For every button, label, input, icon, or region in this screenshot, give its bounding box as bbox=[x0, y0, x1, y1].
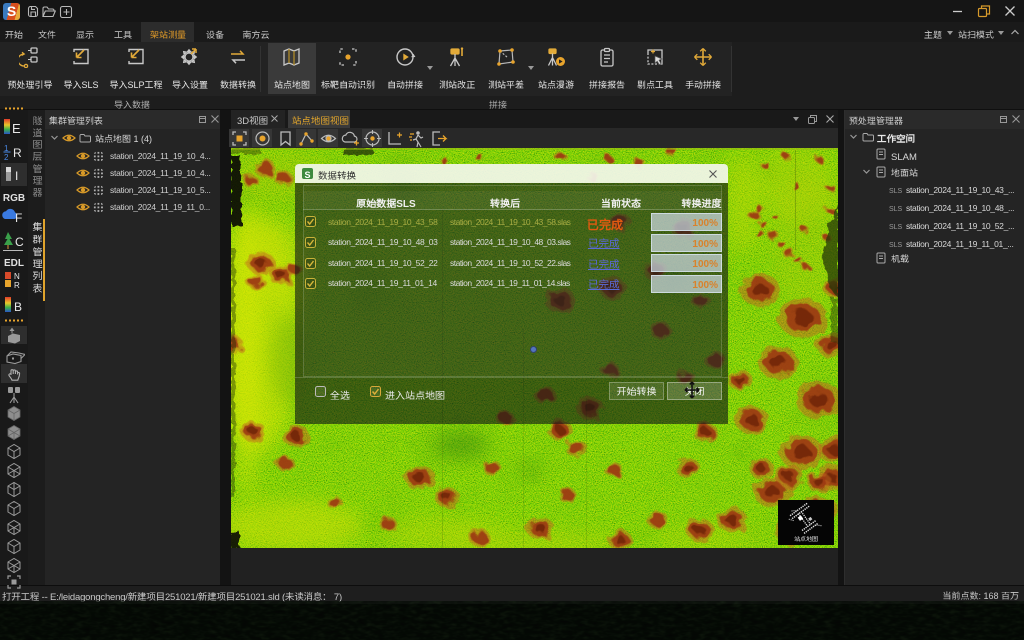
svg-text:C: C bbox=[15, 235, 24, 249]
svg-text:I: I bbox=[15, 169, 18, 183]
svg-text:R: R bbox=[14, 281, 20, 290]
svg-text:F: F bbox=[15, 211, 22, 225]
svg-text:站点地图: 站点地图 bbox=[794, 534, 818, 543]
svg-text:R: R bbox=[13, 146, 22, 160]
svg-text:E: E bbox=[12, 121, 21, 136]
svg-text:B: B bbox=[14, 300, 22, 314]
svg-text:N: N bbox=[14, 272, 20, 281]
svg-text:2: 2 bbox=[4, 153, 9, 162]
